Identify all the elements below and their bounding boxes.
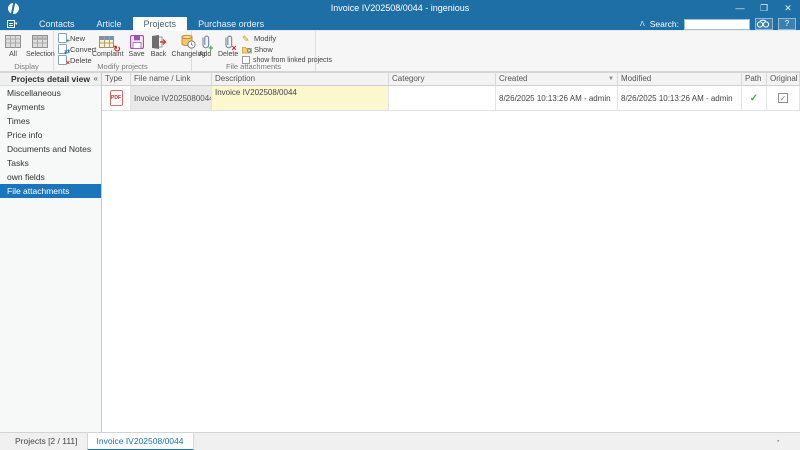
- column-header-description[interactable]: Description: [212, 73, 389, 86]
- cell-created: 8/26/2025 10:13:26 AM - admin: [496, 86, 618, 111]
- original-checkbox-icon[interactable]: ✓: [778, 93, 788, 103]
- cell-file-name[interactable]: Invoice IV2025080044_202508...: [131, 86, 212, 111]
- column-header-category[interactable]: Category: [389, 73, 496, 86]
- search-input[interactable]: [684, 18, 750, 30]
- app-window: Invoice IV202508/0044 - ingenious — ❐ ✕ …: [0, 0, 800, 450]
- grid-selection-icon: [32, 35, 49, 48]
- grid-all-icon: [5, 35, 21, 48]
- table-header-row: Type File name / Link Description Catego…: [102, 73, 800, 86]
- doc-tab-invoice[interactable]: Invoice IV202508/0044: [86, 433, 194, 450]
- search-label: Search:: [649, 19, 679, 29]
- tab-projects[interactable]: Projects: [132, 17, 188, 31]
- group-label-modify-projects: Modify projects: [97, 62, 148, 71]
- back-door-icon: [151, 34, 167, 49]
- pdf-file-icon: PDF: [109, 90, 123, 106]
- group-label-file-attachments: File attachments: [225, 62, 282, 71]
- delete-attachment-button[interactable]: × Delete: [216, 33, 240, 58]
- column-header-created[interactable]: Created ▼: [496, 73, 618, 86]
- tab-article[interactable]: Article: [86, 17, 133, 31]
- app-menu-icon: [7, 20, 15, 28]
- column-header-type[interactable]: Type: [102, 73, 131, 86]
- sidebar-item-tasks[interactable]: Tasks: [0, 156, 101, 170]
- sidebar-header-label: Projects detail view: [11, 74, 90, 84]
- help-button[interactable]: ?: [778, 18, 796, 30]
- ribbon-group-modify-projects: + New ⇄ Convert × Delete ↻ Complaint Sav…: [54, 31, 205, 71]
- find-binoculars-button[interactable]: [755, 18, 773, 30]
- column-header-file-name[interactable]: File name / Link: [131, 73, 212, 86]
- table-row[interactable]: PDF Invoice IV2025080044_202508... Invoi…: [102, 86, 800, 111]
- refresh-arrow-icon: ↻: [113, 44, 121, 54]
- selection-button-label: Selection: [26, 51, 55, 58]
- ribbon-group-file-attachments: + Add × Delete ✎ Modify Show show from l…: [192, 31, 332, 71]
- x-icon: ×: [231, 43, 237, 53]
- sidebar-item-times[interactable]: Times: [0, 114, 101, 128]
- selection-button[interactable]: Selection: [24, 33, 57, 58]
- tab-scroll-handle-icon[interactable]: ▪: [777, 438, 784, 445]
- chevron-down-icon: ▾: [15, 21, 18, 27]
- sidebar-header: Projects detail view «: [0, 73, 101, 86]
- modify-attachment-button[interactable]: ✎ Modify: [242, 33, 332, 44]
- file-attachments-table: Type File name / Link Description Catego…: [102, 72, 800, 432]
- cell-description[interactable]: Invoice IV202508/0044: [212, 86, 389, 111]
- doc-tab-projects[interactable]: Projects [2 / 111]: [6, 433, 87, 450]
- window-title: Invoice IV202508/0044 - ingenious: [330, 3, 470, 13]
- cell-modified: 8/26/2025 10:13:26 AM - admin: [618, 86, 742, 111]
- cell-path: ✓: [742, 86, 767, 111]
- close-button[interactable]: ✕: [776, 0, 800, 17]
- column-header-original[interactable]: Original: [767, 73, 800, 86]
- tab-contacts[interactable]: Contacts: [28, 17, 86, 31]
- cell-original[interactable]: ✓: [767, 86, 800, 111]
- collapse-sidebar-icon[interactable]: «: [94, 73, 98, 85]
- sidebar-item-miscellaneous[interactable]: Miscellaneous: [0, 86, 101, 100]
- group-label-display: Display: [14, 62, 39, 71]
- collapse-ribbon-icon[interactable]: ᐱ: [640, 20, 645, 28]
- ribbon: All Selection Display + New ⇄ Convert × …: [0, 31, 800, 72]
- minimize-button[interactable]: —: [728, 0, 752, 17]
- sidebar-projects-detail-view: Projects detail view « Miscellaneous Pay…: [0, 72, 102, 432]
- sidebar-item-own-fields[interactable]: own fields: [0, 170, 101, 184]
- folder-search-icon: [242, 46, 252, 53]
- ribbon-group-display: All Selection Display: [0, 31, 57, 71]
- app-menu-button[interactable]: ▾: [7, 19, 23, 29]
- sort-descending-icon: ▼: [608, 76, 614, 82]
- tab-purchase-orders[interactable]: Purchase orders: [187, 17, 275, 31]
- sidebar-item-file-attachments[interactable]: File attachments: [0, 184, 101, 198]
- sidebar-item-price-info[interactable]: Price info: [0, 128, 101, 142]
- save-button-label: Save: [128, 51, 145, 58]
- column-header-path[interactable]: Path: [742, 73, 767, 86]
- maximize-button[interactable]: ❐: [752, 0, 776, 17]
- column-header-modified[interactable]: Modified: [618, 73, 742, 86]
- cell-category[interactable]: [389, 86, 496, 111]
- pencil-icon: ✎: [242, 34, 250, 44]
- statusbar: Projects [2 / 111] Invoice IV202508/0044…: [0, 432, 800, 450]
- binoculars-icon: [756, 19, 770, 28]
- new-button-label: New: [70, 33, 86, 43]
- ribbon-tab-row: ▾ Contacts Article Projects Purchase ord…: [0, 17, 800, 31]
- add-attachment-button[interactable]: + Add: [194, 33, 216, 58]
- modify-attachment-label: Modify: [254, 33, 277, 43]
- all-button-label: All: [9, 51, 17, 58]
- path-check-icon: ✓: [749, 92, 759, 104]
- cell-type: PDF: [102, 86, 131, 111]
- plus-icon: +: [208, 43, 214, 53]
- show-attachment-label: Show: [254, 44, 273, 54]
- back-button-label: Back: [150, 51, 167, 58]
- titlebar: Invoice IV202508/0044 - ingenious — ❐ ✕: [0, 0, 800, 17]
- show-attachment-button[interactable]: Show: [242, 44, 332, 54]
- sidebar-item-documents-and-notes[interactable]: Documents and Notes: [0, 142, 101, 156]
- save-button[interactable]: Save: [126, 33, 148, 58]
- all-button[interactable]: All: [2, 33, 24, 58]
- sidebar-item-payments[interactable]: Payments: [0, 100, 101, 114]
- back-button[interactable]: Back: [148, 33, 170, 58]
- complaint-button[interactable]: ↻ Complaint: [90, 33, 126, 58]
- save-floppy-icon: [129, 34, 144, 49]
